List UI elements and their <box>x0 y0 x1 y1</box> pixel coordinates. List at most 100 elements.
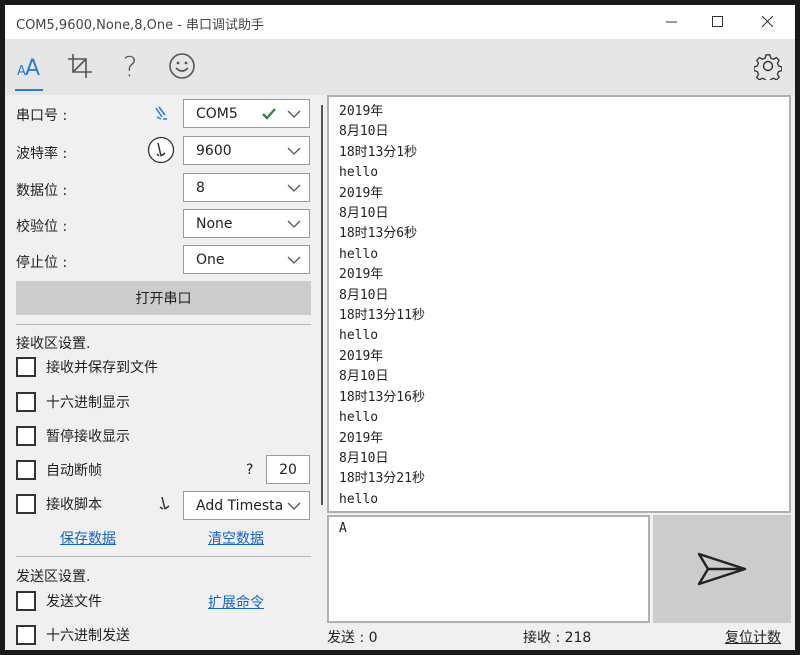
databits-value: 8 <box>196 179 205 196</box>
script-label: 接收脚本 <box>46 497 102 513</box>
receive-line: 8月10日 <box>339 369 389 385</box>
auto-frame-label: 自动断帧 <box>46 463 102 479</box>
open-port-button[interactable]: 打开串口 <box>16 281 311 315</box>
checkbox-box[interactable] <box>16 494 36 514</box>
chevron-down-icon <box>287 110 301 118</box>
baud-edit-icon[interactable] <box>147 136 175 164</box>
receive-line: 18时13分11秒 <box>339 308 425 324</box>
script-edit-icon[interactable] <box>157 495 173 513</box>
script-value: Add Timesta <box>196 497 284 514</box>
help-button[interactable]: ? <box>117 47 143 85</box>
maximize-icon <box>712 16 723 27</box>
checkbox-box[interactable] <box>16 460 36 480</box>
receive-area[interactable]: 2019年 8月10日 18时13分1秒 hello 2019年 8月10日 18时13分6… <box>327 95 791 513</box>
hex-send-label: 十六进制发送 <box>46 628 130 644</box>
settings-button[interactable] <box>753 47 783 85</box>
refresh-ports-icon[interactable] <box>153 105 169 121</box>
divider <box>16 324 311 325</box>
auto-frame-help[interactable]: ? <box>246 462 253 478</box>
chevron-down-icon <box>287 256 301 264</box>
send-button[interactable] <box>653 515 791 623</box>
send-file-label: 发送文件 <box>46 594 102 610</box>
receive-lines: 2019年 8月10日 18时13分1秒 hello 2019年 8月10日 18时13分6… <box>339 102 779 510</box>
hex-display-checkbox[interactable]: 十六进制显示 <box>16 391 130 413</box>
save-data-link[interactable]: 保存数据 <box>60 528 116 548</box>
receive-line: hello <box>339 246 379 262</box>
script-checkbox[interactable]: 接收脚本 <box>16 493 102 515</box>
receive-line: 2019年 <box>339 430 384 446</box>
left-panel-scrollbar[interactable] <box>321 105 323 505</box>
receive-line: 8月10日 <box>339 206 389 222</box>
receive-line: 18时13分1秒 <box>339 144 418 160</box>
receive-line: 8月10日 <box>339 450 389 466</box>
hex-send-checkbox[interactable]: 十六进制发送 <box>16 624 130 646</box>
stopbits-label: 停止位 : <box>16 255 68 271</box>
script-select[interactable]: Add Timesta <box>183 491 310 520</box>
send-icon <box>697 552 747 586</box>
clear-data-link[interactable]: 清空数据 <box>208 528 264 548</box>
gear-icon <box>754 54 782 80</box>
chevron-down-icon <box>287 502 301 510</box>
checkbox-box[interactable] <box>16 392 36 412</box>
receive-line: hello <box>339 491 379 507</box>
auto-frame-checkbox[interactable]: 自动断帧 <box>16 459 102 481</box>
close-icon <box>762 16 774 28</box>
checkbox-box[interactable] <box>16 625 36 645</box>
chevron-down-icon <box>287 147 301 155</box>
receive-line: 2019年 <box>339 185 384 201</box>
minimize-icon <box>666 21 677 23</box>
receive-settings-title: 接收区设置. <box>16 336 91 352</box>
port-label: 串口号 : <box>16 108 68 124</box>
extend-command-link[interactable]: 扩展命令 <box>208 592 264 612</box>
checkbox-box[interactable] <box>16 426 36 446</box>
title-bar: COM5,9600,None,8,One - 串口调试助手 <box>5 5 795 39</box>
receive-line: 8月10日 <box>339 124 389 140</box>
receive-line: hello <box>339 410 379 426</box>
crop-button[interactable] <box>65 47 95 85</box>
reset-count-link[interactable]: 复位计数 <box>725 627 781 647</box>
sent-count: 发送 : 0 <box>327 630 378 646</box>
emoji-button[interactable] <box>167 47 197 85</box>
auto-frame-input[interactable]: 20 <box>266 455 310 484</box>
svg-text:A: A <box>25 56 40 79</box>
port-select[interactable]: COM5 <box>183 99 310 128</box>
databits-select[interactable]: 8 <box>183 173 310 202</box>
stopbits-select[interactable]: One <box>183 245 310 274</box>
smiley-icon <box>169 53 195 79</box>
active-tab-indicator <box>15 89 43 91</box>
receive-line: 18时13分21秒 <box>339 471 425 487</box>
receive-line: 8月10日 <box>339 287 389 303</box>
receive-line: 2019年 <box>339 267 384 283</box>
send-settings-title: 发送区设置. <box>16 569 91 585</box>
minimize-button[interactable] <box>649 5 695 39</box>
checkbox-box[interactable] <box>16 591 36 611</box>
databits-label: 数据位 : <box>16 183 68 199</box>
baud-label: 波特率 : <box>16 146 68 162</box>
send-file-checkbox[interactable]: 发送文件 <box>16 590 102 612</box>
parity-value: None <box>196 215 233 232</box>
received-count: 接收 : 218 <box>523 630 592 646</box>
save-to-file-label: 接收并保存到文件 <box>46 360 158 376</box>
receive-line: 18时13分16秒 <box>339 389 425 405</box>
help-icon: ? <box>122 49 138 83</box>
connected-check-icon <box>262 108 276 120</box>
parity-label: 校验位 : <box>16 219 68 235</box>
port-value: COM5 <box>196 105 238 122</box>
save-to-file-checkbox[interactable]: 接收并保存到文件 <box>16 356 158 378</box>
window-title: COM5,9600,None,8,One - 串口调试助手 <box>16 18 265 33</box>
baud-value: 9600 <box>196 142 232 159</box>
font-size-icon: A A <box>17 56 40 79</box>
receive-line: hello <box>339 165 379 181</box>
baud-select[interactable]: 9600 <box>183 136 310 165</box>
receive-line: 2019年 <box>339 348 384 364</box>
divider <box>16 556 311 557</box>
chevron-down-icon <box>287 220 301 228</box>
checkbox-box[interactable] <box>16 357 36 377</box>
font-size-button[interactable]: A A <box>15 47 45 85</box>
maximize-button[interactable] <box>695 5 741 39</box>
close-button[interactable] <box>745 5 791 39</box>
pause-display-checkbox[interactable]: 暂停接收显示 <box>16 425 130 447</box>
parity-select[interactable]: None <box>183 209 310 238</box>
app-window: COM5,9600,None,8,One - 串口调试助手 A A ? 串口号 … <box>5 5 795 650</box>
send-input[interactable]: A <box>327 515 650 623</box>
